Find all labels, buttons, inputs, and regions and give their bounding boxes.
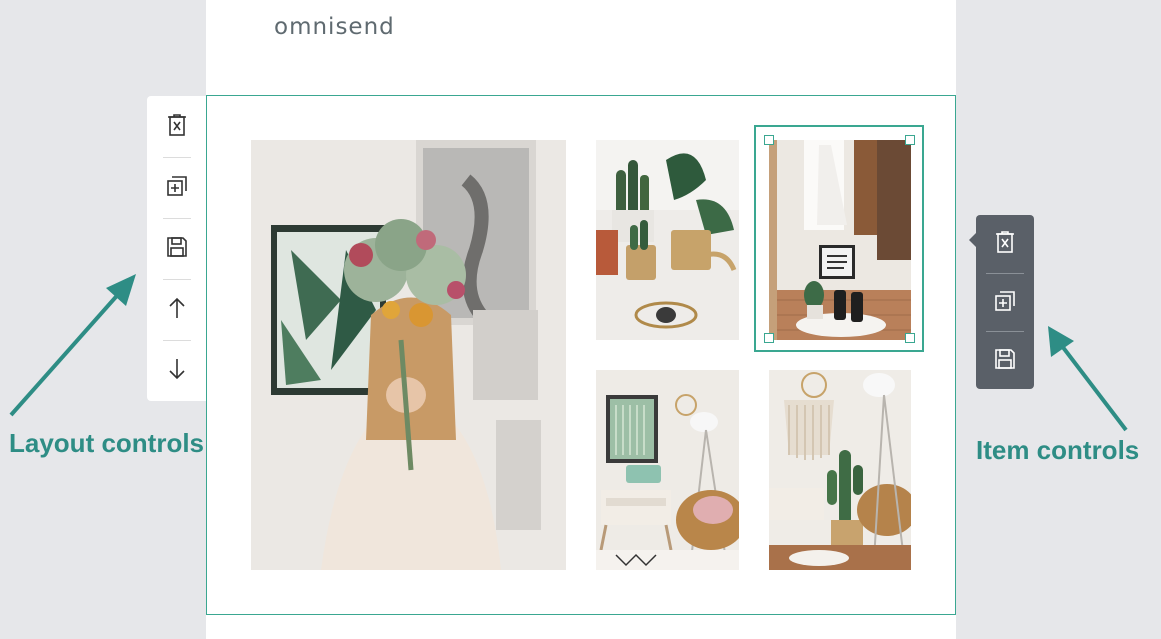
photo-cactus-plants[interactable] <box>596 140 739 340</box>
resize-handle-bottom-right[interactable] <box>905 333 915 343</box>
layout-toolbar <box>147 96 206 401</box>
move-up-button[interactable] <box>147 282 206 338</box>
item-toolbar <box>969 215 1034 389</box>
resize-handle-bottom-left[interactable] <box>764 333 774 343</box>
divider <box>163 279 191 280</box>
save-item-button[interactable] <box>976 333 1034 389</box>
item-controls-label: Item controls <box>976 435 1140 465</box>
photo-macrame-room[interactable] <box>769 370 911 570</box>
save-icon <box>993 347 1017 376</box>
delete-icon <box>993 229 1017 260</box>
delete-item-button[interactable] <box>976 216 1034 272</box>
move-down-button[interactable] <box>147 343 206 399</box>
divider <box>163 340 191 341</box>
save-layout-button[interactable] <box>147 221 206 277</box>
delete-icon <box>165 112 189 143</box>
selection-frame <box>754 125 924 352</box>
delete-layout-button[interactable] <box>147 99 206 155</box>
arrow-down-icon <box>167 357 187 386</box>
divider <box>986 273 1024 274</box>
resize-handle-top-right[interactable] <box>905 135 915 145</box>
save-icon <box>165 235 189 264</box>
toolbar-pointer <box>969 233 976 247</box>
divider <box>986 331 1024 332</box>
duplicate-layout-button[interactable] <box>147 160 206 216</box>
omnisend-logo: omnisend <box>274 14 395 40</box>
resize-handle-top-left[interactable] <box>764 135 774 145</box>
photo-flower-bouquet[interactable] <box>251 140 566 570</box>
duplicate-icon <box>165 174 189 203</box>
duplicate-icon <box>993 289 1017 318</box>
duplicate-item-button[interactable] <box>976 275 1034 331</box>
divider <box>163 218 191 219</box>
photo-mint-room[interactable] <box>596 370 739 570</box>
arrow-up-icon <box>167 296 187 325</box>
layout-controls-label: Layout controls <box>9 428 205 458</box>
divider <box>163 157 191 158</box>
